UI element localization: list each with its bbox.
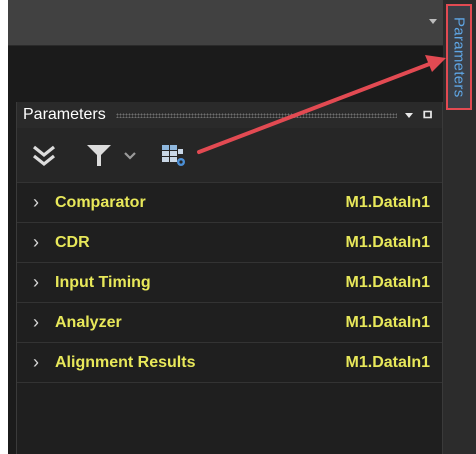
row-value: M1.DataIn1 <box>345 353 430 371</box>
row-value: M1.DataIn1 <box>345 193 430 211</box>
chevron-right-icon[interactable]: › <box>17 352 55 373</box>
chevron-right-icon[interactable]: › <box>17 192 55 213</box>
row-name: Analyzer <box>55 313 122 331</box>
panel-toolbar <box>17 128 442 182</box>
row-name: Comparator <box>55 193 146 211</box>
row-value: M1.DataIn1 <box>345 313 430 331</box>
list-item[interactable]: › Analyzer M1.DataIn1 <box>17 303 442 343</box>
chevron-right-icon[interactable]: › <box>17 232 55 253</box>
chevron-right-icon[interactable]: › <box>17 312 55 333</box>
row-value: M1.DataIn1 <box>345 233 430 251</box>
top-toolbar-area <box>8 0 443 46</box>
list-item[interactable]: › Input Timing M1.DataIn1 <box>17 263 442 303</box>
panel-menu-button[interactable] <box>405 112 414 118</box>
parameters-panel: Parameters ㅁ › Comparator M1.DataIn1 › C… <box>16 102 443 454</box>
row-name: Input Timing <box>55 273 151 291</box>
parameters-side-tab[interactable]: Parameters <box>446 4 472 110</box>
row-value: M1.DataIn1 <box>345 273 430 291</box>
chevron-down-icon <box>405 112 414 118</box>
left-margin <box>0 0 8 454</box>
collapse-all-icon[interactable] <box>31 142 57 168</box>
chevron-right-icon[interactable]: › <box>17 272 55 293</box>
side-tab-label: Parameters <box>450 16 468 98</box>
dropdown-arrow-icon[interactable] <box>429 19 437 24</box>
parameter-list: › Comparator M1.DataIn1 › CDR M1.DataIn1… <box>17 182 442 383</box>
filter-icon[interactable] <box>85 142 113 168</box>
row-name: CDR <box>55 233 90 251</box>
list-item[interactable]: › Comparator M1.DataIn1 <box>17 182 442 223</box>
list-item[interactable]: › Alignment Results M1.DataIn1 <box>17 343 442 383</box>
panel-title: Parameters <box>23 106 106 123</box>
pin-icon: ㅁ <box>421 107 434 123</box>
panel-header: Parameters ㅁ <box>17 102 442 128</box>
chevron-down-icon[interactable] <box>123 151 137 161</box>
pin-button[interactable]: ㅁ <box>421 105 434 125</box>
drag-grip[interactable] <box>115 112 398 118</box>
grid-settings-icon[interactable] <box>160 143 188 169</box>
row-name: Alignment Results <box>55 353 196 371</box>
list-item[interactable]: › CDR M1.DataIn1 <box>17 223 442 263</box>
